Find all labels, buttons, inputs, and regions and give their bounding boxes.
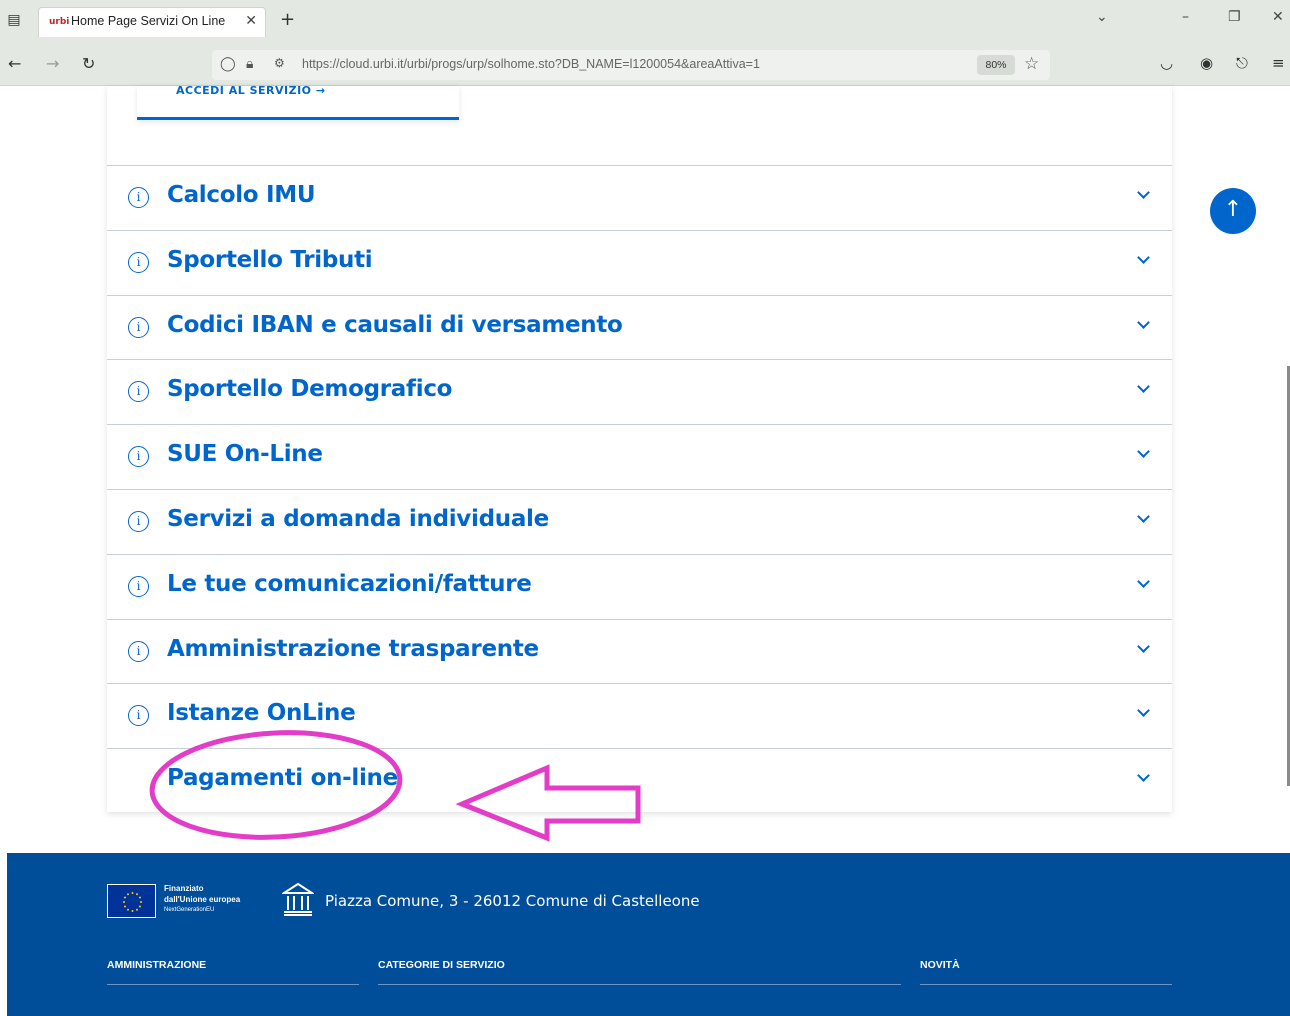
close-window-icon[interactable]: ✕ — [1272, 9, 1284, 25]
municipality-address: Piazza Comune, 3 - 26012 Comune di Caste… — [325, 892, 700, 910]
minimize-icon[interactable]: – — [1182, 9, 1189, 25]
chevron-down-icon[interactable] — [1137, 315, 1150, 329]
restore-icon[interactable]: ❐ — [1228, 9, 1241, 25]
eu-line-3: NextGenerationEU — [164, 907, 215, 913]
chevron-down-icon[interactable] — [1137, 510, 1150, 523]
lock-icon[interactable]: 🔒︎ — [246, 56, 253, 72]
info-icon[interactable]: i — [128, 187, 149, 208]
service-card-footer: ACCEDI AL SERVIZIO → — [137, 84, 459, 120]
arrow-up-icon: ↑ — [1223, 197, 1243, 222]
browser-tab-bar: ▤ urbi Home Page Servizi On Line ✕ + ⌄ –… — [0, 0, 1290, 44]
accordion-title[interactable]: Sportello Demografico — [167, 376, 452, 402]
eu-flag-icon — [107, 884, 156, 918]
tab-list-icon[interactable]: ▤ — [4, 10, 24, 30]
accordion-title[interactable]: Pagamenti on-line — [167, 765, 398, 791]
chevron-down-icon[interactable] — [1137, 380, 1150, 394]
info-icon[interactable]: i — [128, 511, 149, 532]
arrow-right-icon: → — [315, 84, 326, 97]
info-icon[interactable]: i — [128, 316, 149, 338]
eu-funding-text: Finanziato dall'Unione europea NextGener… — [164, 883, 240, 916]
new-tab-icon[interactable]: + — [280, 9, 295, 30]
chevron-down-icon[interactable] — [1137, 186, 1150, 199]
accordion-item[interactable]: i Servizi a domanda individuale — [107, 489, 1172, 554]
accordion-title[interactable]: Codici IBAN e causali di versamento — [167, 312, 623, 338]
accordion-item[interactable]: i Amministrazione trasparente — [107, 618, 1172, 684]
accordion-title[interactable]: Calcolo IMU — [167, 182, 316, 208]
eu-line-2: dall'Unione europea — [164, 895, 241, 904]
zoom-level-badge[interactable]: 80% — [977, 55, 1015, 75]
accordion-item[interactable]: i Sportello Demografico — [107, 359, 1172, 424]
page-content: ACCEDI AL SERVIZIO → i Calcolo IMU i Sporte… — [0, 84, 1290, 1016]
info-icon[interactable]: i — [128, 446, 149, 468]
chevron-down-icon[interactable] — [1137, 639, 1150, 653]
municipality-building-icon — [282, 882, 314, 916]
accordion-item[interactable]: i Codici IBAN e causali di versamento — [107, 294, 1172, 360]
forward-icon[interactable]: → — [46, 54, 59, 73]
browser-toolbar: ← → ↻ ◯ 🔒︎ ⚙ https://cloud.urbi.it/urbi/… — [0, 44, 1290, 86]
info-icon[interactable]: i — [128, 251, 149, 273]
chevron-down-icon[interactable] — [1137, 704, 1150, 718]
accordion-item[interactable]: i Le tue comunicazioni/fatture — [107, 553, 1172, 619]
accordion-item[interactable]: i Calcolo IMU — [107, 165, 1172, 230]
access-service-label: ACCEDI AL SERVIZIO — [176, 84, 312, 97]
eu-line-1: Finanziato — [164, 884, 204, 893]
chevron-down-icon[interactable] — [1137, 574, 1150, 588]
url-text[interactable]: https://cloud.urbi.it/urbi/progs/urp/sol… — [302, 57, 760, 71]
bookmark-star-icon[interactable]: ☆ — [1024, 54, 1039, 74]
browser-tab-active[interactable]: urbi Home Page Servizi On Line ✕ — [38, 7, 266, 37]
accordion-title[interactable]: Istanze OnLine — [167, 700, 356, 726]
tab-overflow-chevron-icon[interactable]: ⌄ — [1096, 9, 1108, 25]
chevron-down-icon[interactable] — [1137, 769, 1150, 783]
accordion-title[interactable]: Sportello Tributi — [167, 247, 373, 273]
accordion-title[interactable]: SUE On-Line — [167, 441, 323, 467]
back-icon[interactable]: ← — [8, 54, 21, 73]
tab-title: Home Page Servizi On Line — [71, 14, 226, 28]
address-bar[interactable]: ◯ 🔒︎ ⚙ https://cloud.urbi.it/urbi/progs/… — [212, 50, 1050, 80]
info-icon[interactable]: i — [128, 381, 149, 403]
info-icon[interactable]: i — [128, 640, 149, 662]
accordion-item[interactable]: i Istanze OnLine — [107, 683, 1172, 748]
extensions-icon[interactable]: ⎋ — [1236, 54, 1248, 72]
access-service-link[interactable]: ACCEDI AL SERVIZIO → — [176, 84, 326, 97]
tab-favicon-icon: urbi — [49, 17, 70, 27]
accordion-item[interactable]: Pagamenti on-line — [107, 748, 1172, 813]
accordion-item[interactable]: i Sportello Tributi — [107, 229, 1172, 295]
accordion-title[interactable]: Le tue comunicazioni/fatture — [167, 571, 532, 597]
pocket-icon[interactable]: ◡ — [1160, 54, 1173, 72]
tab-close-icon[interactable]: ✕ — [245, 13, 257, 29]
footer-col-novita[interactable]: NOVITÀ — [920, 959, 1172, 985]
menu-icon[interactable]: ≡ — [1272, 54, 1285, 72]
chevron-down-icon[interactable] — [1137, 445, 1150, 459]
tracking-shield-icon[interactable]: ◯ — [220, 56, 236, 72]
footer-col-amministrazione[interactable]: AMMINISTRAZIONE — [107, 959, 359, 985]
reload-icon[interactable]: ↻ — [82, 54, 95, 73]
account-icon[interactable]: ◉ — [1200, 54, 1213, 72]
site-footer: Finanziato dall'Unione europea NextGener… — [7, 853, 1290, 1016]
accordion-item[interactable]: i SUE On-Line — [107, 424, 1172, 489]
accordion-title[interactable]: Amministrazione trasparente — [167, 636, 539, 662]
info-icon[interactable]: i — [128, 705, 149, 727]
back-to-top-button[interactable]: ↑ — [1210, 188, 1256, 234]
chevron-down-icon[interactable] — [1137, 250, 1150, 264]
accordion-title[interactable]: Servizi a domanda individuale — [167, 506, 549, 532]
footer-col-categorie[interactable]: CATEGORIE DI SERVIZIO — [378, 959, 901, 985]
info-icon[interactable]: i — [128, 575, 149, 597]
permissions-icon[interactable]: ⚙ — [274, 56, 285, 70]
